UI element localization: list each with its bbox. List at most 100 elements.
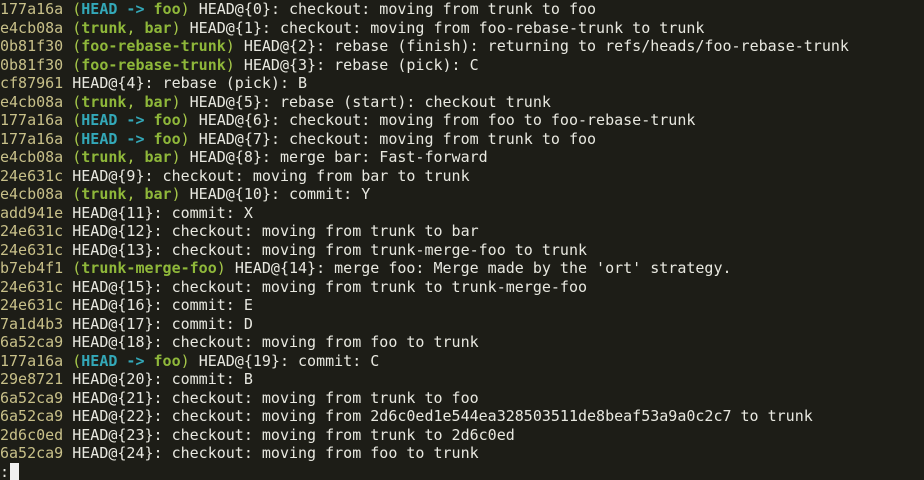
- reflog-selector: HEAD@{22}: [72, 407, 154, 425]
- reflog-message: : checkout: moving from trunk to foo: [270, 0, 597, 18]
- reflog-selector: HEAD@{11}: [72, 203, 154, 222]
- branch-ref: foo-rebase-trunk: [81, 37, 226, 55]
- reflog-line: 177a16a (HEAD -> foo) HEAD@{6}: checkout…: [0, 111, 924, 130]
- refs-close-paren: ): [180, 111, 190, 129]
- reflog-message: : commit: X: [153, 203, 253, 222]
- reflog-message: : checkout: moving from bar to trunk: [144, 166, 470, 185]
- reflog-message: : checkout: moving from trunk to foo: [270, 129, 597, 148]
- reflog-line: e4cb08a (trunk, bar) HEAD@{8}: merge bar…: [0, 148, 924, 167]
- refs-close-paren: ): [171, 185, 181, 203]
- branch-ref: trunk: [81, 148, 127, 166]
- reflog-message: : checkout: moving from trunk to 2d6c0ed: [153, 425, 515, 444]
- branch-ref: foo: [153, 0, 181, 18]
- commit-hash: cf87961: [0, 74, 64, 92]
- reflog-message: : rebase (start): checkout trunk: [261, 92, 551, 111]
- reflog-line: 24e631c HEAD@{9}: checkout: moving from …: [0, 167, 924, 186]
- reflog-message: : checkout: moving from foo to trunk: [153, 444, 479, 462]
- head-ref: HEAD ->: [81, 129, 154, 148]
- branch-ref: trunk: [81, 185, 127, 203]
- refs-close-paren: ): [180, 0, 190, 18]
- reflog-line: e4cb08a (trunk, bar) HEAD@{1}: checkout:…: [0, 19, 924, 38]
- reflog-selector: HEAD@{5}: [189, 92, 262, 111]
- reflog-message: : checkout: moving from foo to foo-rebas…: [270, 111, 696, 129]
- reflog-line: 6a52ca9 HEAD@{21}: checkout: moving from…: [0, 389, 924, 408]
- branch-ref: bar: [144, 92, 172, 111]
- reflog-message: : rebase (finish): returning to refs/hea…: [316, 37, 849, 55]
- refs-open-paren: (: [72, 55, 82, 74]
- reflog-line: e4cb08a (trunk, bar) HEAD@{5}: rebase (s…: [0, 93, 924, 112]
- reflog-message: : checkout: moving from trunk to foo: [153, 388, 479, 407]
- refs-close-paren: ): [171, 92, 181, 111]
- commit-hash: add941e: [0, 203, 64, 222]
- pager-prompt[interactable]: :: [0, 463, 924, 480]
- reflog-line: 0b81f30 (foo-rebase-trunk) HEAD@{3}: reb…: [0, 56, 924, 75]
- head-ref: HEAD ->: [81, 0, 154, 18]
- reflog-message: : commit: B: [153, 370, 253, 388]
- reflog-message: : checkout: moving from trunk to bar: [153, 222, 479, 240]
- reflog-line: cf87961 HEAD@{4}: rebase (pick): B: [0, 74, 924, 93]
- reflog-message: : checkout: moving from trunk-merge-foo …: [153, 240, 588, 259]
- commit-hash: 24e631c: [0, 240, 64, 259]
- reflog-selector: HEAD@{1}: [189, 18, 262, 37]
- reflog-message: : rebase (pick): B: [144, 74, 308, 92]
- refs-close-paren: ): [180, 351, 190, 370]
- reflog-selector: HEAD@{14}: [234, 259, 317, 277]
- commit-hash: 24e631c: [0, 222, 64, 240]
- reflog-line: b7eb4f1 (trunk-merge-foo) HEAD@{14}: mer…: [0, 259, 924, 278]
- reflog-message: : commit: C: [279, 351, 380, 370]
- reflog-selector: HEAD@{17}: [72, 314, 154, 333]
- reflog-selector: HEAD@{4}: [72, 74, 145, 92]
- branch-ref: trunk: [81, 92, 127, 111]
- ref-separator: ,: [126, 148, 145, 166]
- commit-hash: 6a52ca9: [0, 333, 64, 351]
- commit-hash: 6a52ca9: [0, 407, 64, 425]
- refs-close-paren: ): [171, 18, 181, 37]
- reflog-selector: HEAD@{2}: [243, 37, 317, 55]
- branch-ref: foo: [153, 111, 181, 129]
- reflog-line: 6a52ca9 HEAD@{24}: checkout: moving from…: [0, 444, 924, 463]
- reflog-line: 177a16a (HEAD -> foo) HEAD@{19}: commit:…: [0, 352, 924, 371]
- reflog-line: 7a1d4b3 HEAD@{17}: commit: D: [0, 315, 924, 334]
- branch-ref: foo-rebase-trunk: [81, 55, 226, 74]
- commit-hash: b7eb4f1: [0, 259, 64, 277]
- commit-hash: e4cb08a: [0, 148, 64, 166]
- reflog-message: : merge bar: Fast-forward: [261, 148, 488, 166]
- commit-hash: 24e631c: [0, 296, 64, 314]
- reflog-line: 177a16a (HEAD -> foo) HEAD@{0}: checkout…: [0, 0, 924, 19]
- commit-hash: 24e631c: [0, 277, 64, 296]
- head-ref: HEAD ->: [81, 351, 154, 370]
- reflog-message: : rebase (pick): C: [316, 55, 479, 74]
- commit-hash: 177a16a: [0, 111, 64, 129]
- reflog-selector: HEAD@{13}: [72, 240, 154, 259]
- reflog-selector: HEAD@{16}: [72, 296, 154, 314]
- reflog-message: : commit: D: [153, 314, 253, 333]
- reflog-selector: HEAD@{10}: [189, 185, 271, 203]
- refs-open-paren: (: [72, 37, 82, 55]
- reflog-line: 24e631c HEAD@{13}: checkout: moving from…: [0, 241, 924, 260]
- reflog-selector: HEAD@{9}: [72, 166, 145, 185]
- refs-open-paren: (: [72, 259, 82, 277]
- refs-close-paren: ): [171, 148, 181, 166]
- refs-close-paren: ): [225, 37, 235, 55]
- reflog-message: : commit: E: [153, 296, 253, 314]
- reflog-line: 24e631c HEAD@{15}: checkout: moving from…: [0, 278, 924, 297]
- refs-close-paren: ): [180, 129, 190, 148]
- terminal-window[interactable]: 177a16a (HEAD -> foo) HEAD@{0}: checkout…: [0, 0, 924, 480]
- ref-separator: ,: [126, 18, 145, 37]
- reflog-message: : checkout: moving from 2d6c0ed1e544ea32…: [153, 407, 813, 425]
- refs-open-paren: (: [72, 111, 82, 129]
- reflog-line: 24e631c HEAD@{12}: checkout: moving from…: [0, 222, 924, 241]
- reflog-message: : merge foo: Merge made by the 'ort' str…: [316, 259, 732, 277]
- refs-open-paren: (: [72, 18, 82, 37]
- branch-ref: bar: [144, 185, 172, 203]
- ref-separator: ,: [126, 185, 145, 203]
- commit-hash: 6a52ca9: [0, 388, 64, 407]
- reflog-selector: HEAD@{3}: [243, 55, 317, 74]
- reflog-selector: HEAD@{8}: [189, 148, 262, 166]
- reflog-line: e4cb08a (trunk, bar) HEAD@{10}: commit: …: [0, 185, 924, 204]
- head-ref: HEAD ->: [81, 111, 154, 129]
- reflog-selector: HEAD@{15}: [72, 277, 154, 296]
- reflog-selector: HEAD@{12}: [72, 222, 154, 240]
- branch-ref: trunk: [81, 18, 127, 37]
- reflog-selector: HEAD@{7}: [198, 129, 271, 148]
